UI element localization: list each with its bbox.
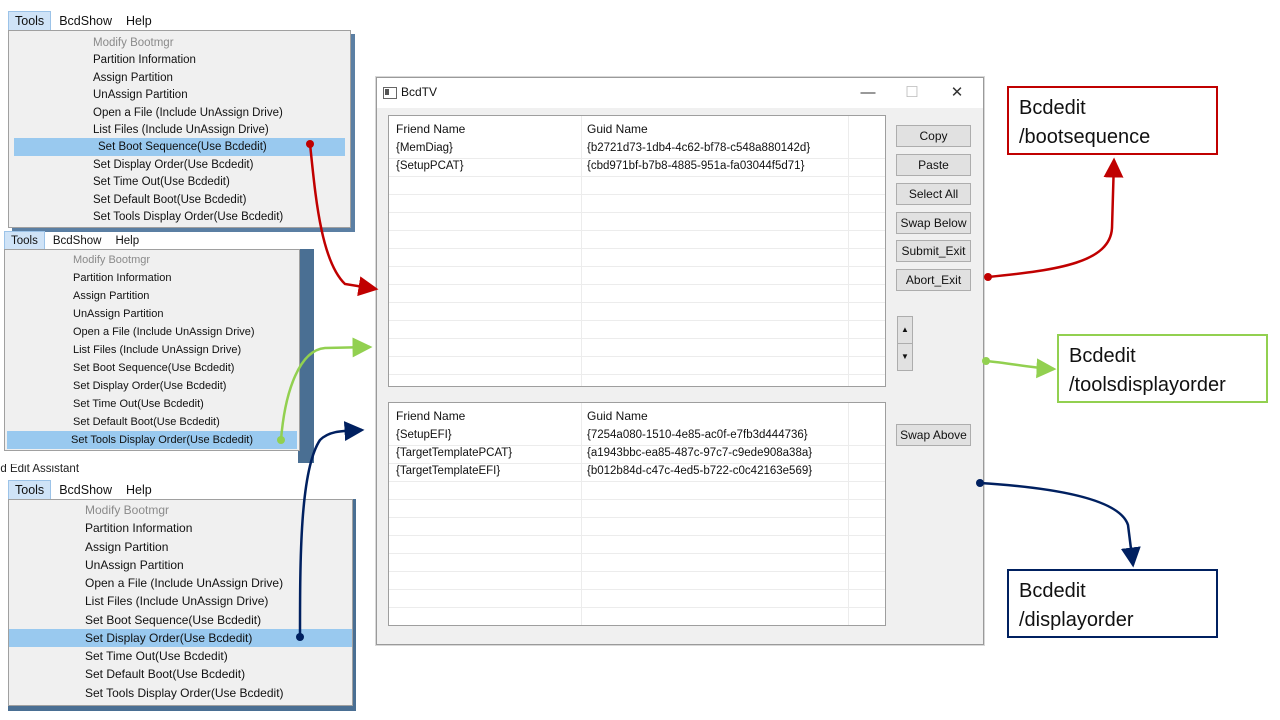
arrow-dot [982,357,990,365]
arrow-dialog-to-displayorder-callout [979,481,1141,568]
arrow-dialog-to-bootsequence-callout [987,157,1124,279]
arrow-tools-display-order-to-dialog [279,337,373,441]
arrow-dot [306,140,314,148]
arrow-dot [984,273,992,281]
arrow-dialog-to-toolsdisplayorder-callout [985,358,1057,379]
arrow-dot [277,436,285,444]
arrow-dot [296,633,304,641]
arrow-display-order-to-dialog [298,421,365,638]
connector-arrows [277,140,1141,641]
arrow-boot-sequence-to-dialog [308,143,379,297]
arrow-dot [976,479,984,487]
